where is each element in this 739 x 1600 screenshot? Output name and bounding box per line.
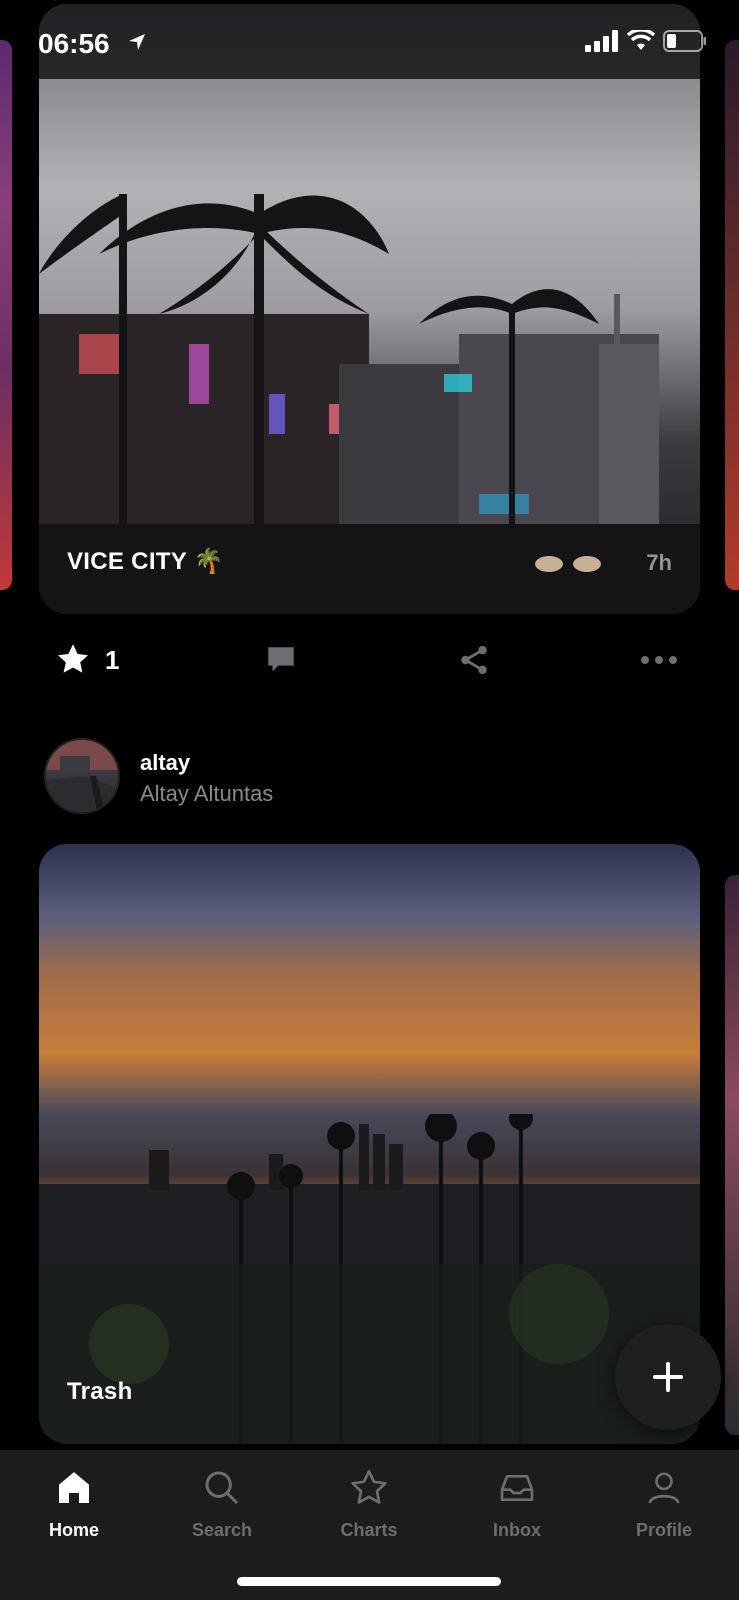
home-indicator <box>237 1577 501 1586</box>
post-card-vice-city[interactable]: VICE CITY 🌴 7h <box>39 4 700 614</box>
star-count: 1 <box>105 644 120 675</box>
post-title: Trash <box>67 1378 133 1405</box>
tab-home[interactable]: Home <box>14 1466 134 1541</box>
share-icon <box>461 645 487 675</box>
star-outline-icon <box>351 1470 387 1504</box>
star-icon <box>58 644 88 673</box>
search-icon <box>205 1471 239 1505</box>
more-button[interactable] <box>639 628 679 692</box>
profile-icon <box>648 1472 680 1504</box>
star-button[interactable]: 1 <box>55 628 119 692</box>
author-full-name: Altay Altuntas <box>140 781 274 806</box>
avatar-photo <box>46 740 118 812</box>
tab-inbox[interactable]: Inbox <box>457 1466 577 1541</box>
battery-icon <box>663 30 706 52</box>
adjacent-card-right[interactable] <box>725 40 739 590</box>
status-right-icons <box>585 30 707 52</box>
wifi-icon <box>627 30 655 50</box>
tab-label: Search <box>191 1520 253 1540</box>
post-title: VICE CITY 🌴 <box>67 548 224 575</box>
tab-profile[interactable]: Profile <box>604 1466 724 1541</box>
avatar[interactable] <box>44 738 120 814</box>
share-button[interactable] <box>457 628 491 692</box>
tab-label: Charts <box>340 1520 398 1540</box>
tab-label: Profile <box>635 1520 692 1540</box>
status-time: 06:56 <box>38 28 110 59</box>
post-card-trash[interactable]: Trash <box>39 844 700 1444</box>
tab-label: Home <box>48 1520 99 1540</box>
post-author[interactable]: altay Altay Altuntas <box>44 738 684 818</box>
post-actions: 1 <box>39 628 700 692</box>
create-post-button[interactable] <box>615 1324 721 1430</box>
author-username: altay <box>140 750 191 775</box>
more-icon <box>641 656 677 664</box>
plus-icon <box>653 1362 683 1392</box>
photo-city-skyline <box>39 1114 700 1444</box>
status-bar: 06:56 <box>0 0 739 80</box>
location-arrow-icon <box>129 34 145 50</box>
cellular-signal-icon <box>585 30 618 52</box>
tab-search[interactable]: Search <box>162 1466 282 1541</box>
inbox-icon <box>500 1475 534 1501</box>
tab-label: Inbox <box>493 1520 541 1540</box>
home-icon <box>59 1472 89 1503</box>
adjacent-card-left[interactable] <box>0 40 12 590</box>
adjacent-card-right-2[interactable] <box>725 875 739 1435</box>
tab-charts[interactable]: Charts <box>309 1466 429 1541</box>
comment-button[interactable] <box>264 628 298 692</box>
post-age: 7h <box>646 550 672 575</box>
comment-icon <box>268 647 294 672</box>
